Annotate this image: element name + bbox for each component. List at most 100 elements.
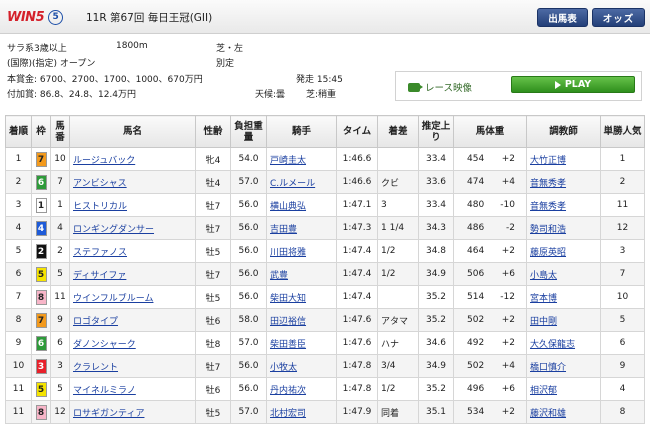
horse-cell: アンビシャス	[69, 170, 196, 194]
jockey-link[interactable]: 横山典弘	[270, 202, 306, 212]
sex-age-cell: 牡7	[195, 216, 231, 240]
body-weight-diff: +6	[501, 384, 515, 394]
jockey-cell: 北村宏司	[266, 400, 337, 424]
win5-logo[interactable]: WIN5 5	[7, 8, 64, 26]
col-finish[interactable]: 着順	[5, 115, 32, 148]
horse-number-cell: 12	[50, 400, 70, 424]
time-cell: 1:47.6	[336, 331, 378, 355]
trainer-link[interactable]: 音無秀孝	[530, 202, 566, 212]
trainer-link[interactable]: 田中剛	[530, 317, 557, 327]
body-weight-diff: +2	[501, 407, 515, 417]
horse-link[interactable]: ルージュバック	[73, 156, 135, 166]
time-cell: 1:47.4	[336, 285, 378, 309]
finish-cell: 2	[5, 170, 32, 194]
col-margin[interactable]: 着差	[377, 115, 419, 148]
horse-link[interactable]: マイネルミラノ	[73, 386, 136, 396]
finish-cell: 4	[5, 216, 32, 240]
col-jockey[interactable]: 騎手	[266, 115, 337, 148]
horse-cell: クラレント	[69, 354, 196, 378]
col-time[interactable]: タイム	[336, 115, 378, 148]
trainer-link[interactable]: 橋口慎介	[530, 363, 566, 373]
jockey-link[interactable]: 小牧太	[270, 363, 297, 373]
table-row: 7 8 11 ウインフルブルーム 牡5 56.0 柴田大知 1:47.4 35.2 514 -12 宮…	[5, 285, 645, 309]
trainer-link[interactable]: 音無秀孝	[530, 179, 566, 189]
body-weight: 514	[467, 292, 485, 302]
odds-button[interactable]: オッズ	[592, 8, 645, 27]
horse-link[interactable]: ロゴタイプ	[73, 317, 118, 327]
body-weight: 474	[467, 177, 485, 187]
horse-link[interactable]: ディサイファ	[73, 271, 126, 281]
sex-age-cell: 牡4	[195, 170, 231, 194]
horse-link[interactable]: ヒストリカル	[73, 202, 127, 212]
jockey-link[interactable]: C.ルメール	[270, 179, 315, 189]
sex-age-cell: 牡7	[195, 354, 231, 378]
entries-button[interactable]: 出馬表	[537, 8, 588, 27]
jockey-cell: 小牧太	[266, 354, 337, 378]
col-last3f[interactable]: 推定上り	[418, 115, 454, 148]
col-popularity[interactable]: 単勝人気	[600, 115, 645, 148]
horse-link[interactable]: ロサギガンティア	[73, 409, 144, 419]
play-video-button[interactable]: PLAY	[511, 76, 635, 93]
horse-link[interactable]: アンビシャス	[73, 179, 127, 189]
jockey-link[interactable]: 田辺裕信	[270, 317, 306, 327]
trainer-link[interactable]: 相沢郁	[530, 386, 557, 396]
bracket-badge: 1	[35, 197, 47, 213]
trainer-cell: 勢司和浩	[526, 216, 601, 240]
horse-cell: ウインフルブルーム	[69, 285, 196, 309]
body-weight-diff: +2	[501, 338, 515, 348]
trainer-link[interactable]: 藤原英昭	[530, 248, 566, 258]
col-sex-age[interactable]: 性齢	[195, 115, 231, 148]
col-horse-no[interactable]: 馬番	[50, 115, 70, 148]
jockey-link[interactable]: 戸崎圭太	[270, 156, 306, 166]
jockey-link[interactable]: 北村宏司	[270, 409, 306, 419]
track-condition: 芝:稍重	[306, 90, 337, 100]
horse-number-cell: 4	[50, 216, 70, 240]
time-cell: 1:46.6	[336, 147, 378, 171]
body-weight-diff: +2	[501, 154, 515, 164]
prize-money: 本賞金: 6700、2700、1700、1000、670万円	[7, 75, 203, 85]
col-bracket[interactable]: 枠	[31, 115, 51, 148]
time-cell: 1:47.8	[336, 354, 378, 378]
trainer-link[interactable]: 小島太	[530, 271, 557, 281]
jockey-link[interactable]: 川田将雅	[270, 248, 306, 258]
popularity-cell: 7	[600, 262, 645, 286]
col-weight-carried[interactable]: 負担重量	[230, 115, 267, 148]
jockey-link[interactable]: 柴田善臣	[270, 340, 306, 350]
sex-age-cell: 牡6	[195, 308, 231, 332]
body-weight-diff: +4	[501, 177, 515, 187]
jockey-link[interactable]: 柴田大知	[270, 294, 306, 304]
table-row: 11 8 12 ロサギガンティア 牡5 57.0 北村宏司 1:47.9 同着 35.1 534 +2…	[5, 400, 645, 424]
trainer-cell: 相沢郁	[526, 377, 601, 401]
trainer-link[interactable]: 大久保龍志	[530, 340, 575, 350]
trainer-link[interactable]: 勢司和浩	[530, 225, 566, 235]
horse-link[interactable]: ロンギングダンサー	[73, 225, 154, 235]
time-cell: 1:46.6	[336, 170, 378, 194]
jockey-link[interactable]: 武豊	[270, 271, 288, 281]
col-trainer[interactable]: 調教師	[526, 115, 601, 148]
table-row: 5 2 2 ステファノス 牡5 56.0 川田将雅 1:47.4 1/2 34.8 464 +2 藤原英…	[5, 239, 645, 263]
horse-link[interactable]: ウインフルブルーム	[73, 294, 153, 304]
col-horse[interactable]: 馬名	[69, 115, 196, 148]
horse-number-cell: 6	[50, 331, 70, 355]
trainer-link[interactable]: 大竹正博	[530, 156, 566, 166]
finish-cell: 7	[5, 285, 32, 309]
horse-link[interactable]: ステファノス	[73, 248, 127, 258]
weight-carried-cell: 56.0	[230, 193, 267, 217]
weather: 天候:曇	[255, 90, 286, 100]
jockey-link[interactable]: 吉田豊	[270, 225, 297, 235]
time-cell: 1:47.4	[336, 262, 378, 286]
trainer-link[interactable]: 藤沢和雄	[530, 409, 566, 419]
table-row: 2 6 7 アンビシャス 牡4 57.0 C.ルメール 1:46.6 クビ 33.6 474 +4 音無…	[5, 170, 645, 194]
trainer-link[interactable]: 宮本博	[530, 294, 557, 304]
bracket-cell: 6	[31, 170, 51, 194]
weight-carried-cell: 57.0	[230, 400, 267, 424]
horse-number-cell: 10	[50, 147, 70, 171]
bracket-cell: 7	[31, 147, 51, 171]
horse-link[interactable]: クラレント	[73, 363, 118, 373]
horse-link[interactable]: ダノンシャーク	[73, 340, 136, 350]
jockey-link[interactable]: 丹内祐次	[270, 386, 306, 396]
bracket-badge: 7	[35, 151, 47, 167]
race-title: 11R 第67回 毎日王冠(GII)	[86, 12, 213, 24]
last3f-cell: 35.2	[418, 308, 454, 332]
col-body-weight[interactable]: 馬体重	[453, 115, 527, 148]
